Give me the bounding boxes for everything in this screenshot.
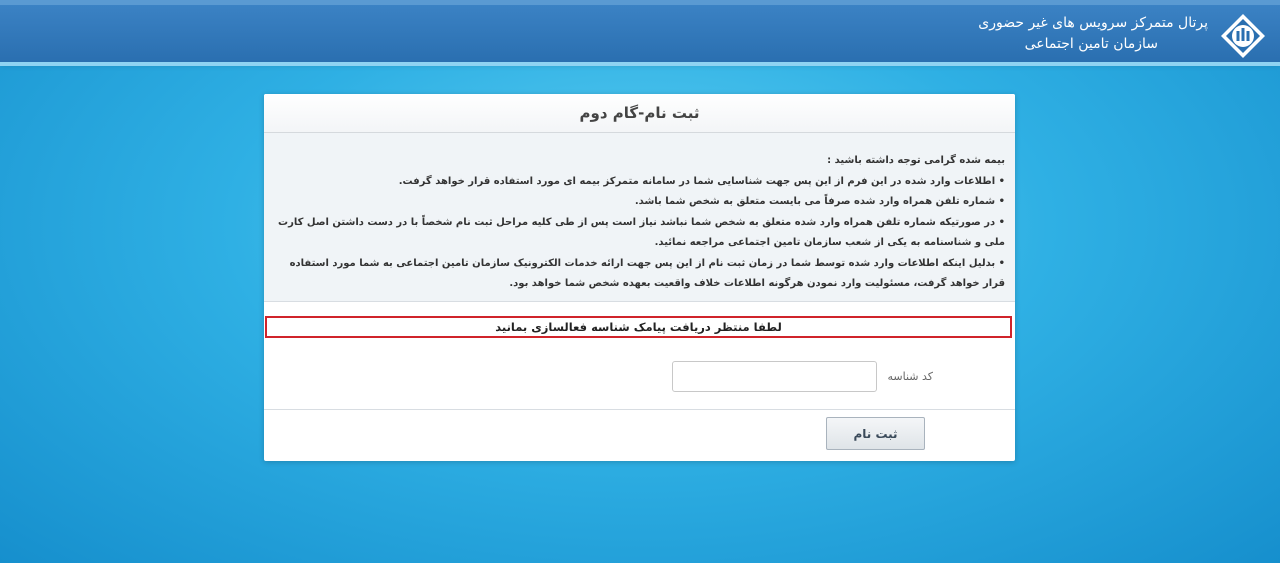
divider (264, 409, 1015, 410)
notice-intro: بیمه شده گرامی توجه داشته باشید : (827, 155, 1005, 166)
card-header: ثبت نام-گام دوم (264, 94, 1015, 133)
header-accent-strip (0, 62, 1280, 66)
id-code-input[interactable] (672, 361, 877, 392)
id-code-label: کد شناسه (887, 370, 933, 383)
notice-box: بیمه شده گرامی توجه داشته باشید : • اطلا… (264, 133, 1015, 302)
registration-card: ثبت نام-گام دوم بیمه شده گرامی توجه داشت… (264, 94, 1015, 461)
top-header-bar: پرتال متمرکز سرویس های غیر حضوری سازمان … (0, 0, 1280, 62)
page-title: ثبت نام-گام دوم (579, 104, 700, 122)
social-security-logo-icon (1221, 14, 1265, 58)
register-button[interactable]: ثبت نام (826, 417, 925, 450)
header-titles: پرتال متمرکز سرویس های غیر حضوری سازمان … (978, 13, 1208, 55)
portal-title: پرتال متمرکز سرویس های غیر حضوری (978, 15, 1208, 31)
notice-item: • بدلیل اینکه اطلاعات وارد شده توسط شما … (289, 257, 1005, 290)
notice-item: • اطلاعات وارد شده در این فرم از این پس … (398, 175, 1005, 187)
notice-item: • شماره تلفن همراه وارد شده صرفاً می بای… (634, 196, 1005, 207)
notice-item: • در صورتیکه شماره تلفن همراه وارد شده م… (278, 216, 1005, 249)
organization-title: سازمان تامین اجتماعی (1024, 36, 1158, 52)
sms-alert-message: لطفا منتظر دریافت پیامک شناسه فعالسازی ب… (265, 316, 1012, 338)
